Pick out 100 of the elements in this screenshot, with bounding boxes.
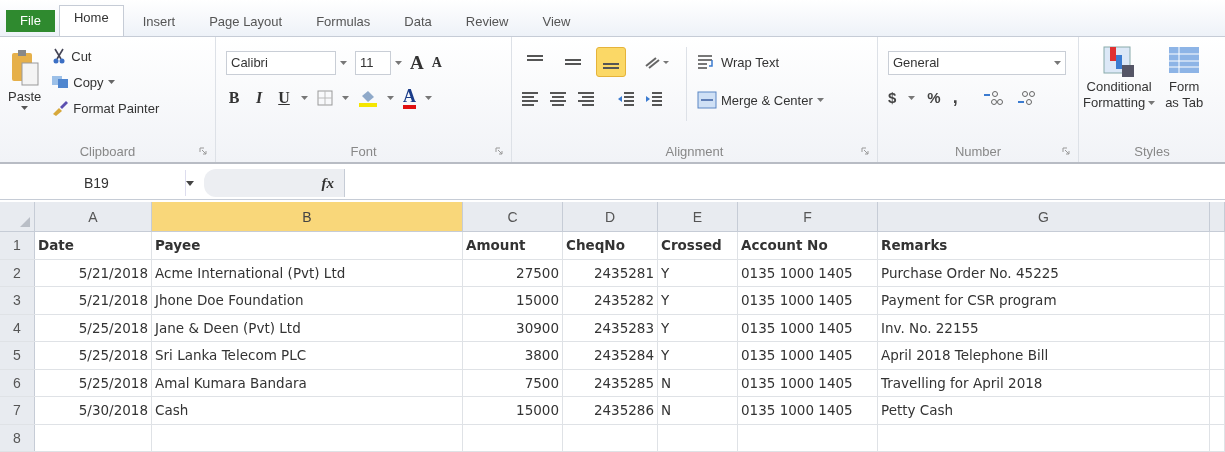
ribbon-tab[interactable]: Home	[58, 5, 124, 36]
caret-icon	[1054, 61, 1061, 65]
dropdown-icon[interactable]	[340, 61, 347, 65]
decrease-indent-icon[interactable]	[616, 91, 636, 107]
launcher-icon[interactable]	[1062, 147, 1070, 155]
row-header[interactable]: 4	[0, 314, 35, 341]
caret-icon	[107, 80, 115, 84]
wrap-text-button[interactable]: Wrap Text	[697, 51, 824, 73]
table-cell: Amount	[466, 237, 526, 254]
copy-button[interactable]: Copy	[51, 71, 160, 93]
column-header[interactable]: C	[463, 202, 563, 231]
row-header[interactable]: 1	[0, 232, 35, 259]
number-format-field[interactable]: General	[888, 51, 1066, 75]
row-header[interactable]: 7	[0, 397, 35, 424]
ribbon-tab[interactable]: Insert	[127, 9, 191, 36]
table-cell: 0135 1000 1405	[741, 347, 853, 364]
table-cell: 5/25/2018	[78, 374, 148, 391]
ribbon-tab[interactable]: Formulas	[301, 9, 386, 36]
row-header[interactable]: 2	[0, 259, 35, 286]
comma-style-button[interactable]: ,	[952, 87, 958, 108]
column-header[interactable]: E	[658, 202, 738, 231]
table-cell: April 2018 Telephone Bill	[881, 347, 1049, 364]
decrease-decimal-icon[interactable]	[1015, 89, 1038, 106]
table-cell: Y	[661, 264, 670, 281]
table-cell: 2435283	[593, 319, 654, 336]
paste-button[interactable]: Paste	[4, 45, 46, 140]
align-right-icon[interactable]	[576, 91, 596, 107]
vertical-align-button[interactable]	[596, 47, 626, 77]
dropdown-icon[interactable]	[395, 61, 402, 65]
row-header[interactable]: 8	[0, 424, 35, 451]
fill-bucket-icon[interactable]	[358, 89, 378, 107]
text-orientation-icon[interactable]	[644, 54, 670, 70]
table-cell: 5/21/2018	[78, 264, 148, 281]
table-cell: Crossed	[661, 237, 722, 254]
dropdown-icon[interactable]	[908, 95, 916, 100]
table-cell: Cash	[155, 402, 189, 419]
underline-button[interactable]: U	[276, 89, 292, 107]
dropdown-icon[interactable]	[301, 96, 308, 100]
table-cell: Payee	[155, 237, 201, 254]
dropdown-icon[interactable]	[387, 96, 394, 100]
merge-center-button[interactable]: Merge & Center	[697, 89, 824, 111]
font-size-field[interactable]: 11	[355, 51, 391, 75]
table-cell: Account No	[741, 237, 828, 254]
align-lines-icon	[565, 59, 581, 65]
table-cell: 2435282	[593, 292, 654, 309]
launcher-icon[interactable]	[495, 147, 503, 155]
table-cell: 0135 1000 1405	[741, 292, 853, 309]
column-header[interactable]: D	[563, 202, 658, 231]
ribbon-tab[interactable]: Data	[389, 9, 447, 36]
group-title: Font	[350, 143, 377, 159]
currency-button[interactable]: $	[888, 89, 897, 106]
brush-icon	[51, 100, 70, 116]
increase-decimal-icon[interactable]	[981, 89, 1004, 106]
group-title: Alignment	[665, 143, 724, 159]
percent-button[interactable]: %	[927, 89, 941, 106]
format-as-table-button[interactable]: Form as Tab	[1165, 45, 1204, 140]
italic-button[interactable]: I	[251, 89, 267, 107]
font-family-field[interactable]: Calibri	[226, 51, 336, 75]
align-left-icon[interactable]	[520, 91, 540, 107]
name-box[interactable]: B19	[0, 170, 186, 196]
table-cell: 2435281	[593, 264, 654, 281]
row-header[interactable]: 5	[0, 342, 35, 369]
insert-function-button[interactable]: fx	[321, 174, 334, 192]
ribbon-tab[interactable]: Page Layout	[194, 9, 298, 36]
column-header[interactable]: F	[738, 202, 878, 231]
align-center-icon[interactable]	[548, 91, 568, 107]
group-title: Number	[954, 143, 1002, 159]
caret-icon	[1148, 101, 1156, 105]
increase-indent-icon[interactable]	[644, 91, 664, 107]
file-tab[interactable]: File	[6, 10, 55, 32]
table-cell: 0135 1000 1405	[741, 402, 853, 419]
conditional-formatting-button[interactable]: Conditional Formatting	[1083, 45, 1156, 140]
column-header[interactable]: G	[878, 202, 1210, 231]
ribbon-tab[interactable]: Review	[450, 9, 524, 36]
table-cell: N	[661, 402, 672, 419]
font-color-button[interactable]: A	[403, 87, 416, 109]
grow-font-button[interactable]: A	[410, 52, 424, 74]
table-cell: 7500	[524, 374, 559, 391]
dropdown-icon[interactable]	[425, 96, 432, 100]
bold-button[interactable]: B	[226, 89, 242, 107]
ribbon-tab[interactable]: View	[527, 9, 586, 36]
dropdown-icon[interactable]	[186, 180, 194, 186]
group-title: Clipboard	[79, 143, 136, 159]
dropdown-icon[interactable]	[342, 96, 349, 100]
shrink-font-button[interactable]: A	[431, 55, 442, 71]
launcher-icon[interactable]	[861, 147, 869, 155]
table-cell: 3800	[524, 347, 559, 364]
table-cell: Jane & Deen (Pvt) Ltd	[155, 319, 301, 336]
row-header[interactable]: 3	[0, 287, 35, 314]
table-cell: 30900	[516, 319, 559, 336]
table-cell: 2435284	[593, 347, 654, 364]
column-header[interactable]: B	[152, 202, 463, 231]
launcher-icon[interactable]	[199, 147, 207, 155]
align-lines-icon	[603, 63, 619, 69]
cut-button[interactable]: Cut	[51, 45, 160, 67]
row-header[interactable]: 6	[0, 369, 35, 396]
table-cell: Purchase Order No. 45225	[881, 264, 1059, 281]
table-cell: Travelling for April 2018	[881, 374, 1043, 391]
format-painter-button[interactable]: Format Painter	[51, 97, 160, 119]
table-cell: Date	[38, 237, 74, 254]
